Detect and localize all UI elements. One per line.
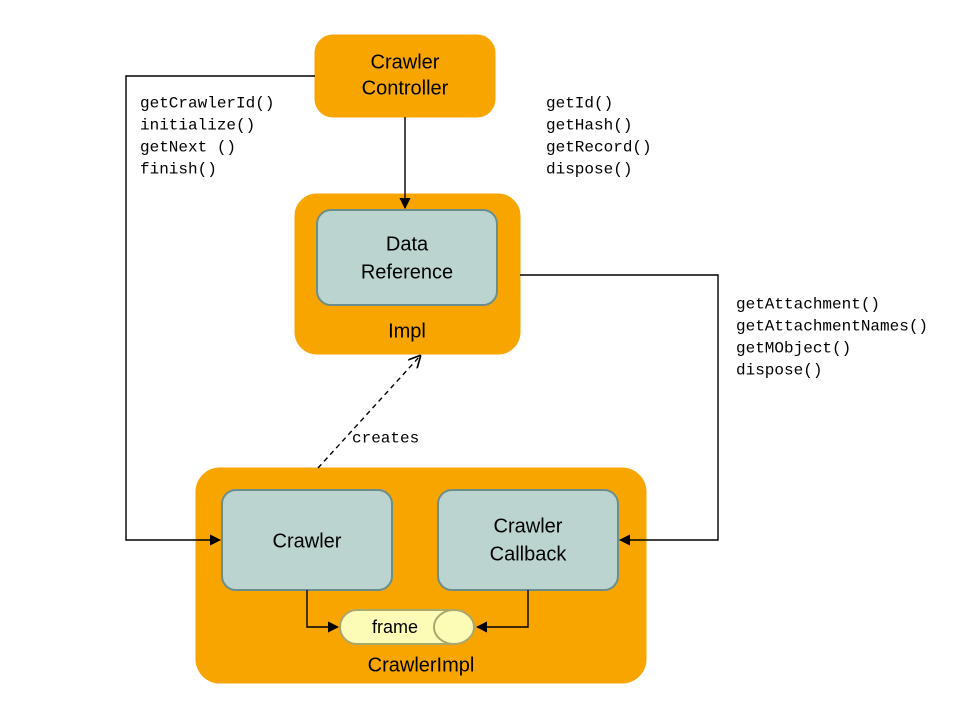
impl-label: Impl: [388, 320, 426, 342]
method-right-2: getMObject(): [736, 339, 851, 357]
method-topright-0: getId(): [546, 94, 613, 112]
method-left-1: initialize(): [140, 116, 255, 134]
crawler-controller-label-2: Controller: [362, 77, 449, 99]
crawler-callback-label-1: Crawler: [494, 515, 563, 537]
node-impl-container: Data Reference Impl: [295, 194, 520, 354]
crawler-label: Crawler: [273, 530, 342, 552]
node-data-reference: [317, 210, 497, 305]
crawler-callback-label-2: Callback: [490, 543, 568, 565]
method-topright-1: getHash(): [546, 116, 632, 134]
crawler-impl-label: CrawlerImpl: [368, 654, 475, 676]
method-right-3: dispose(): [736, 361, 822, 379]
method-right-0: getAttachment(): [736, 295, 880, 313]
method-topright-2: getRecord(): [546, 138, 652, 156]
edge-creates-label: creates: [352, 429, 419, 447]
node-crawler-impl-container: Crawler Crawler Callback frame CrawlerIm…: [196, 468, 646, 683]
frame-label: frame: [372, 617, 418, 637]
data-reference-label-2: Reference: [361, 261, 453, 283]
edge-creates: [318, 356, 420, 468]
node-frame: frame: [340, 610, 474, 644]
crawler-controller-label-1: Crawler: [371, 51, 440, 73]
method-right-1: getAttachmentNames(): [736, 317, 928, 335]
method-left-0: getCrawlerId(): [140, 94, 274, 112]
diagram-canvas: Crawler Controller Data Reference Impl C…: [0, 0, 960, 720]
data-reference-label-1: Data: [386, 233, 429, 255]
node-crawler-controller: Crawler Controller: [315, 35, 495, 117]
method-topright-3: dispose(): [546, 160, 632, 178]
method-left-2: getNext (): [140, 138, 236, 156]
node-crawler-callback: [438, 490, 618, 590]
method-left-3: finish(): [140, 160, 217, 178]
